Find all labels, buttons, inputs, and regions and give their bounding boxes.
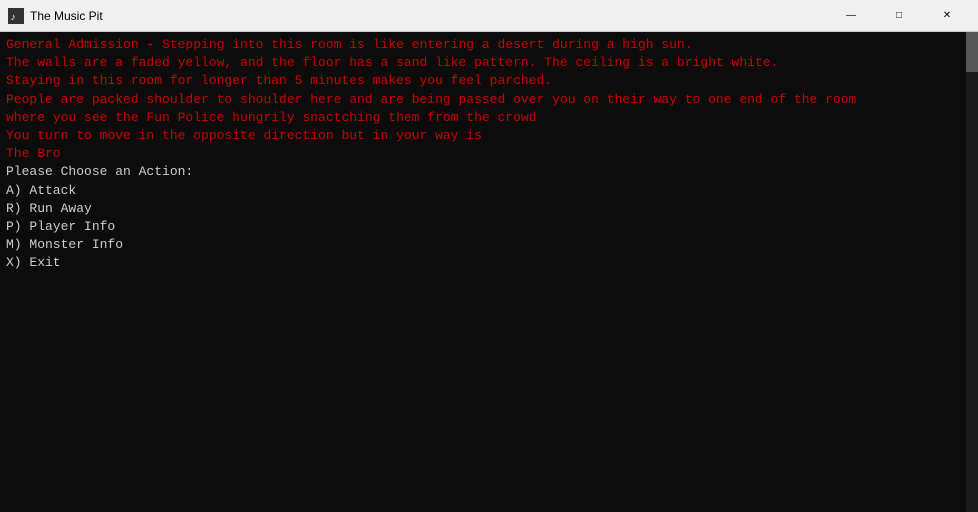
scrollbar[interactable] bbox=[966, 32, 978, 512]
terminal-line: M) Monster Info bbox=[6, 236, 972, 254]
window-controls: — □ ✕ bbox=[828, 0, 970, 32]
window-title: The Music Pit bbox=[30, 9, 828, 23]
terminal-line: A) Attack bbox=[6, 182, 972, 200]
window-chrome: ♪ The Music Pit — □ ✕ bbox=[0, 0, 978, 32]
maximize-button[interactable]: □ bbox=[876, 0, 922, 32]
terminal-line: The walls are a faded yellow, and the fl… bbox=[6, 54, 972, 72]
terminal-line: The Bro bbox=[6, 145, 972, 163]
terminal-line: People are packed shoulder to shoulder h… bbox=[6, 91, 972, 109]
terminal-line: P) Player Info bbox=[6, 218, 972, 236]
minimize-button[interactable]: — bbox=[828, 0, 874, 32]
svg-text:♪: ♪ bbox=[10, 13, 16, 24]
terminal-line: X) Exit bbox=[6, 254, 972, 272]
terminal-line: Staying in this room for longer than 5 m… bbox=[6, 72, 972, 90]
terminal-line: R) Run Away bbox=[6, 200, 972, 218]
terminal-line: Please Choose an Action: bbox=[6, 163, 972, 181]
terminal-body: General Admission - Stepping into this r… bbox=[0, 32, 978, 512]
terminal-content: General Admission - Stepping into this r… bbox=[6, 36, 972, 272]
terminal-line: where you see the Fun Police hungrily sn… bbox=[6, 109, 972, 127]
scrollbar-thumb[interactable] bbox=[966, 32, 978, 72]
window-icon: ♪ bbox=[8, 8, 24, 24]
terminal-line: General Admission - Stepping into this r… bbox=[6, 36, 972, 54]
close-button[interactable]: ✕ bbox=[924, 0, 970, 32]
terminal-line: You turn to move in the opposite directi… bbox=[6, 127, 972, 145]
